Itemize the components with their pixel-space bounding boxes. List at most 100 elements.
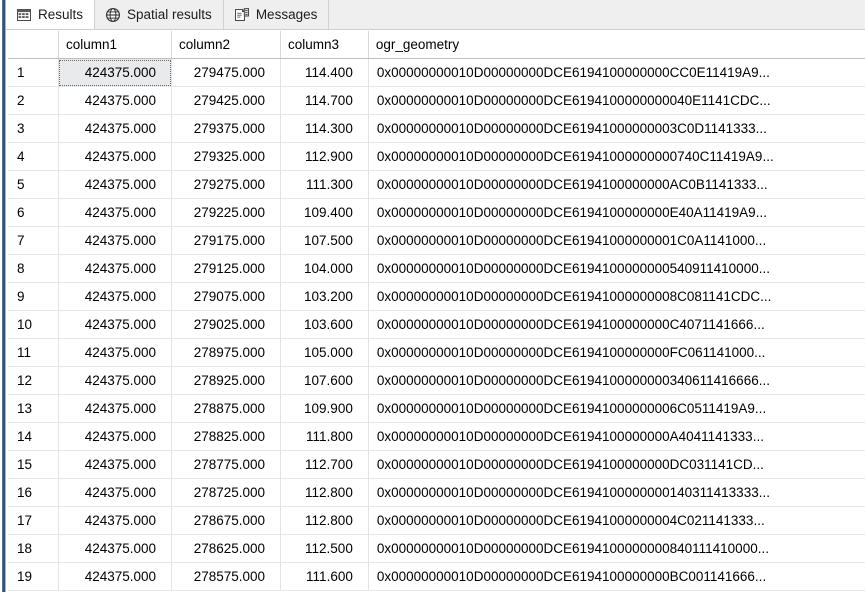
cell-column2[interactable]: 279075.000 xyxy=(171,282,282,311)
row-number-cell[interactable]: 4 xyxy=(8,142,59,171)
row-number-cell[interactable]: 19 xyxy=(8,562,59,591)
cell-ogr-geometry[interactable]: 0x00000000010D00000000DCE61941000000003C… xyxy=(368,114,865,143)
cell-column2[interactable]: 279275.000 xyxy=(171,170,282,199)
tab-spatial-results[interactable]: Spatial results xyxy=(95,0,224,29)
table-row[interactable]: 17 424375.000 278675.000 112.800 0x000000000… xyxy=(8,506,865,535)
cell-column2[interactable]: 278875.000 xyxy=(171,394,282,423)
cell-column2[interactable]: 279175.000 xyxy=(171,226,282,255)
cell-column2[interactable]: 278825.000 xyxy=(171,422,282,451)
table-row[interactable]: 1 424375.000 279475.000 114.400 0x0000000001… xyxy=(8,58,865,87)
cell-ogr-geometry[interactable]: 0x00000000010D00000000DCE619410000000007… xyxy=(368,142,865,171)
table-row[interactable]: 16 424375.000 278725.000 112.800 0x000000000… xyxy=(8,478,865,507)
table-row[interactable]: 9 424375.000 279075.000 103.200 0x0000000001… xyxy=(8,282,865,311)
row-number-cell[interactable]: 2 xyxy=(8,86,59,115)
cell-column1[interactable]: 424375.000 xyxy=(58,562,173,591)
cell-column1[interactable]: 424375.000 xyxy=(58,422,173,451)
table-row[interactable]: 8 424375.000 279125.000 104.000 0x0000000001… xyxy=(8,254,865,283)
cell-column2[interactable]: 278625.000 xyxy=(171,534,282,563)
cell-column3[interactable]: 105.000 xyxy=(280,338,369,367)
cell-column1[interactable]: 424375.000 xyxy=(58,394,173,423)
cell-column3[interactable]: 103.200 xyxy=(280,282,369,311)
cell-column1[interactable]: 424375.000 xyxy=(58,534,173,563)
row-number-cell[interactable]: 15 xyxy=(8,450,59,479)
table-row[interactable]: 11 424375.000 278975.000 105.000 0x000000000… xyxy=(8,338,865,367)
cell-column3[interactable]: 112.900 xyxy=(280,142,369,171)
cell-column1[interactable]: 424375.000 xyxy=(58,114,173,143)
cell-column1[interactable]: 424375.000 xyxy=(58,310,173,339)
cell-ogr-geometry[interactable]: 0x00000000010D00000000DCE6194100000000BC… xyxy=(368,562,865,591)
row-number-cell[interactable]: 1 xyxy=(8,58,59,87)
row-number-cell[interactable]: 6 xyxy=(8,198,59,227)
table-row[interactable]: 2 424375.000 279425.000 114.700 0x0000000001… xyxy=(8,86,865,115)
row-number-cell[interactable]: 10 xyxy=(8,310,59,339)
column-header-column2[interactable]: column2 xyxy=(171,31,282,59)
cell-column2[interactable]: 278975.000 xyxy=(171,338,282,367)
cell-column2[interactable]: 279475.000 xyxy=(171,58,282,87)
row-number-cell[interactable]: 7 xyxy=(8,226,59,255)
cell-column2[interactable]: 279425.000 xyxy=(171,86,282,115)
column-header-column3[interactable]: column3 xyxy=(280,31,369,59)
row-number-cell[interactable]: 3 xyxy=(8,114,59,143)
cell-column3[interactable]: 107.500 xyxy=(280,226,369,255)
cell-column3[interactable]: 114.400 xyxy=(280,58,369,87)
cell-ogr-geometry[interactable]: 0x00000000010D00000000DCE61941000000004C… xyxy=(368,506,865,535)
table-row[interactable]: 13 424375.000 278875.000 109.900 0x000000000… xyxy=(8,394,865,423)
cell-column2[interactable]: 279225.000 xyxy=(171,198,282,227)
table-row[interactable]: 6 424375.000 279225.000 109.400 0x0000000001… xyxy=(8,198,865,227)
cell-column2[interactable]: 279375.000 xyxy=(171,114,282,143)
tab-results[interactable]: Results xyxy=(6,0,96,29)
cell-ogr-geometry[interactable]: 0x00000000010D00000000DCE61941000000006C… xyxy=(368,394,865,423)
cell-column2[interactable]: 278675.000 xyxy=(171,506,282,535)
cell-ogr-geometry[interactable]: 0x00000000010D00000000DCE619410000000034… xyxy=(368,366,865,395)
cell-ogr-geometry[interactable]: 0x00000000010D00000000DCE6194100000000C4… xyxy=(368,310,865,339)
cell-ogr-geometry[interactable]: 0x00000000010D00000000DCE6194100000000CC… xyxy=(368,58,865,87)
results-grid-container[interactable]: column1 column2 column3 ogr_geometry 1 42… xyxy=(6,29,865,592)
cell-column1[interactable]: 424375.000 xyxy=(58,226,173,255)
row-number-cell[interactable]: 17 xyxy=(8,506,59,535)
cell-column2[interactable]: 278925.000 xyxy=(171,366,282,395)
cell-ogr-geometry[interactable]: 0x00000000010D00000000DCE61941000000008C… xyxy=(368,282,865,311)
cell-ogr-geometry[interactable]: 0x00000000010D00000000DCE6194100000000AC… xyxy=(368,170,865,199)
row-number-cell[interactable]: 9 xyxy=(8,282,59,311)
cell-column3[interactable]: 103.600 xyxy=(280,310,369,339)
row-number-cell[interactable]: 18 xyxy=(8,534,59,563)
cell-column1[interactable]: 424375.000 xyxy=(58,366,173,395)
cell-column3[interactable]: 114.300 xyxy=(280,114,369,143)
row-number-header[interactable] xyxy=(8,31,59,59)
table-row[interactable]: 5 424375.000 279275.000 111.300 0x0000000001… xyxy=(8,170,865,199)
cell-ogr-geometry[interactable]: 0x00000000010D00000000DCE6194100000000A4… xyxy=(368,422,865,451)
row-number-cell[interactable]: 14 xyxy=(8,422,59,451)
cell-column1[interactable]: 424375.000 xyxy=(58,282,173,311)
row-number-cell[interactable]: 8 xyxy=(8,254,59,283)
cell-column1[interactable]: 424375.000 xyxy=(58,254,173,283)
table-row[interactable]: 18 424375.000 278625.000 112.500 0x000000000… xyxy=(8,534,865,563)
cell-column3[interactable]: 107.600 xyxy=(280,366,369,395)
table-row[interactable]: 10 424375.000 279025.000 103.600 0x000000000… xyxy=(8,310,865,339)
cell-column3[interactable]: 112.700 xyxy=(280,450,369,479)
table-row[interactable]: 19 424375.000 278575.000 111.600 0x000000000… xyxy=(8,562,865,591)
cell-column3[interactable]: 111.600 xyxy=(280,562,369,591)
row-number-cell[interactable]: 11 xyxy=(8,338,59,367)
table-row[interactable]: 14 424375.000 278825.000 111.800 0x000000000… xyxy=(8,422,865,451)
cell-column1[interactable]: 424375.000 xyxy=(58,338,173,367)
cell-column3[interactable]: 111.300 xyxy=(280,170,369,199)
cell-ogr-geometry[interactable]: 0x00000000010D00000000DCE6194100000000E4… xyxy=(368,198,865,227)
cell-column2[interactable]: 279125.000 xyxy=(171,254,282,283)
cell-column2[interactable]: 279025.000 xyxy=(171,310,282,339)
cell-column3[interactable]: 112.800 xyxy=(280,478,369,507)
table-row[interactable]: 3 424375.000 279375.000 114.300 0x0000000001… xyxy=(8,114,865,143)
cell-column3[interactable]: 112.800 xyxy=(280,506,369,535)
cell-column3[interactable]: 112.500 xyxy=(280,534,369,563)
table-row[interactable]: 12 424375.000 278925.000 107.600 0x000000000… xyxy=(8,366,865,395)
cell-column2[interactable]: 278575.000 xyxy=(171,562,282,591)
cell-column3[interactable]: 109.400 xyxy=(280,198,369,227)
cell-ogr-geometry[interactable]: 0x00000000010D00000000DCE6194100000000DC… xyxy=(368,450,865,479)
cell-column1[interactable]: 424375.000 xyxy=(58,478,173,507)
column-header-ogr-geometry[interactable]: ogr_geometry xyxy=(368,31,865,59)
cell-column2[interactable]: 278725.000 xyxy=(171,478,282,507)
cell-column1[interactable]: 424375.000 xyxy=(58,450,173,479)
row-number-cell[interactable]: 16 xyxy=(8,478,59,507)
cell-column1[interactable]: 424375.000 xyxy=(58,58,173,87)
column-header-column1[interactable]: column1 xyxy=(58,31,173,59)
row-number-cell[interactable]: 12 xyxy=(8,366,59,395)
